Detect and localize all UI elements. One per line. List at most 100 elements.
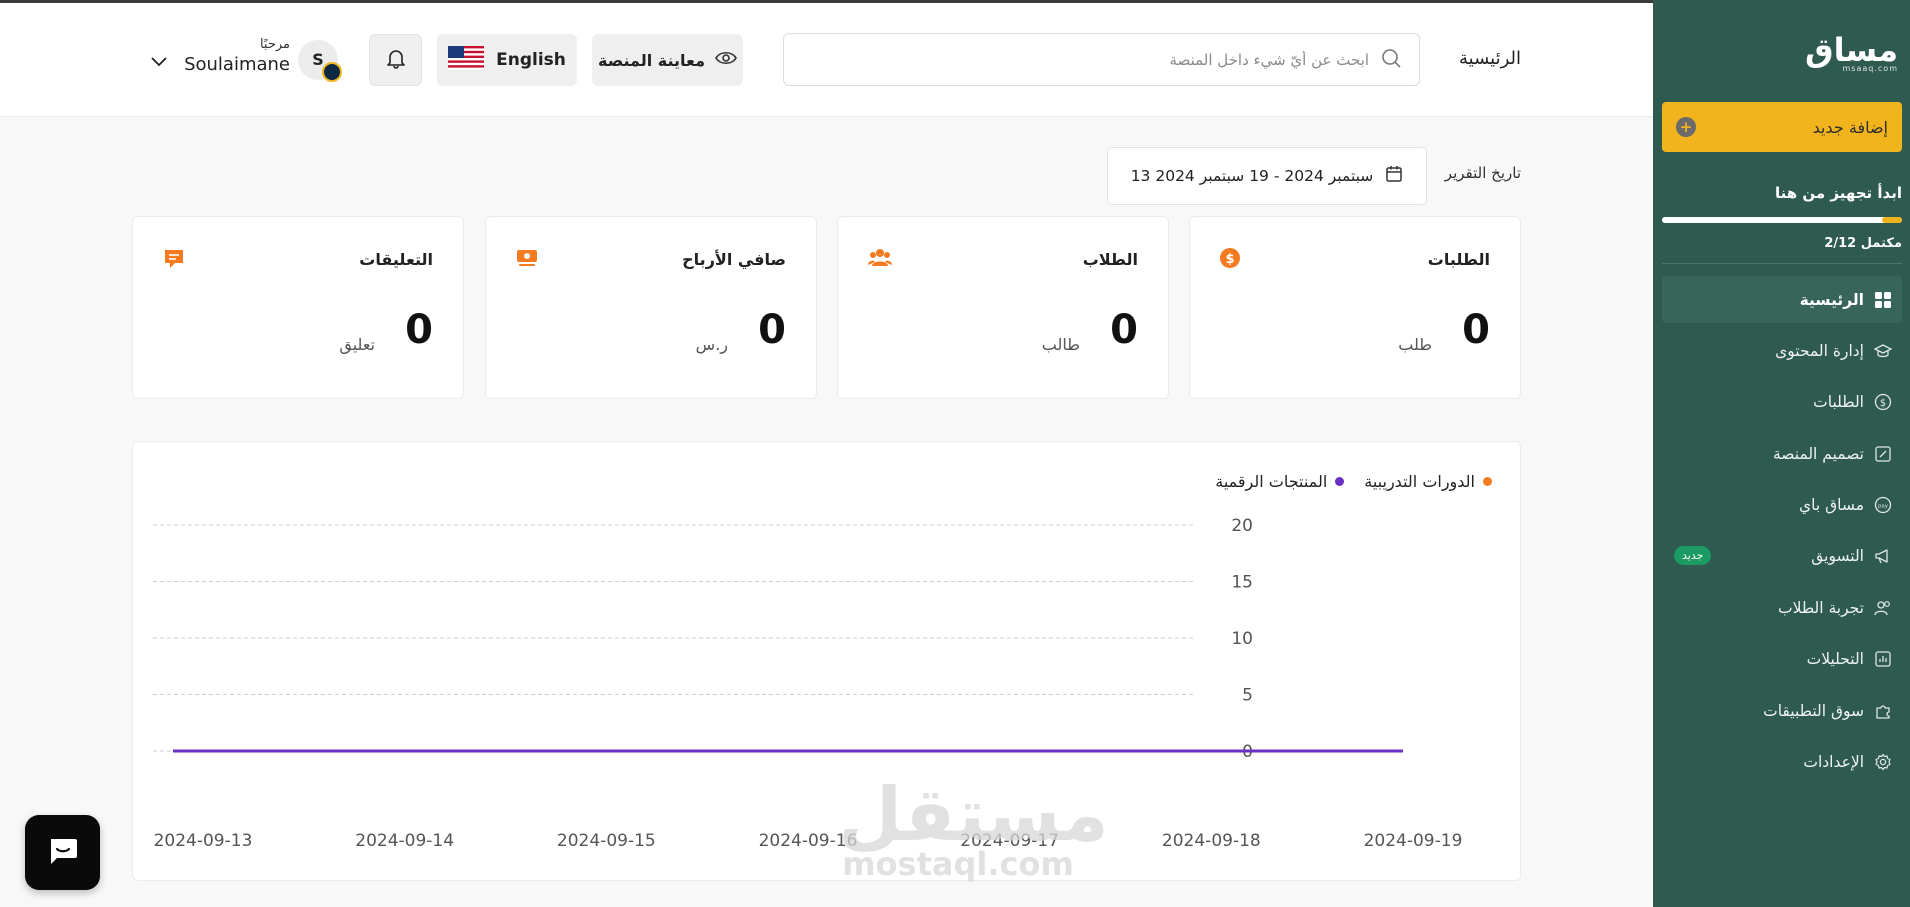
x-tick-label: 2024-09-13 [154,831,253,851]
search-input[interactable] [829,50,1369,69]
top-header: الرئيسية معاينة المنصة English S م [0,3,1653,117]
sidebar-item-6[interactable]: تجربة الطلاب [1662,584,1902,631]
sidebar-item-label: إدارة المحتوى [1775,341,1864,360]
language-button[interactable]: English [437,34,577,86]
stat-title: الطلاب [1082,250,1138,269]
x-tick-label: 2024-09-14 [355,831,454,851]
user-name: Soulaimane [184,54,290,75]
dollar-circle-icon: $ [1874,393,1892,411]
stat-value: 0 [1110,307,1138,353]
sidebar: مساق msaaq.com + إضافة جديد ابدأ تجهيز م… [1653,0,1910,907]
stat-title: صافي الأرباح [682,250,786,269]
comment-icon [163,248,185,274]
preview-label: معاينة المنصة [598,50,705,70]
sidebar-item-8[interactable]: سوق التطبيقات [1662,687,1902,734]
new-badge: جديد [1674,545,1712,565]
stat-value: 0 [1462,307,1490,353]
bar-chart-icon [1874,650,1892,668]
stat-unit: ر.س [695,335,728,354]
add-new-label: إضافة جديد [1812,117,1888,137]
eye-icon [715,50,737,70]
svg-text:pay: pay [1878,504,1889,510]
users-icon [1874,599,1892,617]
y-tick-label: 15 [1231,573,1253,593]
sidebar-item-label: تصميم المنصة [1772,444,1864,463]
setup-progress-fill [1882,217,1902,223]
sidebar-item-7[interactable]: التحليلات [1662,636,1902,683]
chevron-down-icon[interactable] [150,53,168,72]
sidebar-nav: الرئيسية إدارة المحتوى الطلبات $ تصميم المنص… [1662,276,1902,790]
logo-text: مساق [1805,31,1899,69]
stat-unit: طلب [1398,335,1432,354]
sidebar-item-label: الطلبات [1813,393,1864,412]
stat-unit: تعليق [339,335,375,354]
preview-platform-button[interactable]: معاينة المنصة [592,34,743,86]
chat-support-button[interactable] [25,815,100,890]
page-title: الرئيسية [1459,48,1521,69]
graduation-cap-icon [1874,342,1892,360]
avatar-badge [322,62,342,82]
chat-icon [47,836,79,870]
search-box[interactable] [783,33,1420,86]
line-chart: 051015202024-09-13 2024-09-14 2024-09-15 20… [153,516,1463,851]
x-tick-label: 2024-09-19 [1364,831,1463,851]
user-greeting: مرحبًا Soulaimane [180,37,290,75]
sidebar-item-label: التحليلات [1806,650,1864,669]
stat-card-students[interactable]: الطلاب 0 طالب [837,216,1169,399]
svg-text:$: $ [1880,398,1886,409]
sidebar-item-5[interactable]: التسويق جديد [1662,533,1902,580]
x-tick-label: 2024-09-17 [960,831,1059,851]
x-tick-label: 2024-09-15 [557,831,656,851]
notifications-button[interactable] [369,34,422,86]
sidebar-item-4[interactable]: مساق باي pay [1662,482,1902,529]
plus-circle-icon: + [1676,117,1696,137]
sidebar-item-9[interactable]: الإعدادات [1662,739,1902,786]
sidebar-item-label: الرئيسية [1799,290,1864,309]
sidebar-item-label: تجربة الطلاب [1777,598,1864,617]
stat-card-net-profit[interactable]: صافي الأرباح 0 ر.س [485,216,817,399]
sidebar-item-label: مساق باي [1799,496,1864,515]
stat-title: التعليقات [359,250,433,269]
report-date-label: تاريخ التقرير [1444,164,1521,182]
x-tick-label: 2024-09-18 [1162,831,1261,851]
megaphone-icon [1874,547,1892,565]
setup-progress-text: 2/12 مكتمل [1824,236,1902,251]
svg-text:$: $ [1225,252,1234,267]
sidebar-item-label: الإعدادات [1803,753,1864,772]
pay-icon: pay [1874,496,1892,514]
dollar-circle-icon: $ [1220,248,1240,272]
setup-title: ابدأ تجهيز من هنا [1775,184,1902,202]
avatar-initial: S [312,50,324,69]
add-new-button[interactable]: + إضافة جديد [1662,102,1902,152]
sidebar-item-2[interactable]: الطلبات $ [1662,379,1902,426]
stat-value: 0 [758,307,786,353]
sidebar-divider [1662,263,1902,264]
logo[interactable]: مساق msaaq.com [1805,31,1899,73]
design-edit-icon [1874,445,1892,463]
y-tick-label: 5 [1242,686,1253,706]
stat-card-orders[interactable]: الطلبات $ 0 طلب [1189,216,1521,399]
date-range-picker[interactable]: 13 سبتمبر 2024 - 19 سبتمبر 2024 [1107,147,1427,205]
dashboard-grid-icon [1874,291,1892,309]
stat-value: 0 [405,307,433,353]
stat-unit: طالب [1041,335,1080,354]
x-tick-label: 2024-09-16 [759,831,858,851]
calendar-icon [1385,165,1403,187]
setup-progress-bar [1662,217,1902,223]
sidebar-item-1[interactable]: إدارة المحتوى [1662,327,1902,374]
stat-card-comments[interactable]: التعليقات 0 تعليق [132,216,464,399]
gear-icon [1874,753,1892,771]
users-group-icon [868,248,892,270]
date-range-text: 13 سبتمبر 2024 - 19 سبتمبر 2024 [1130,167,1374,185]
logo-subtext: msaaq.com [1842,64,1898,73]
greeting-text: مرحبًا [259,37,290,52]
sidebar-item-0[interactable]: الرئيسية [1662,276,1902,323]
bell-icon [385,47,407,73]
search-icon [1381,48,1401,72]
sidebar-item-label: سوق التطبيقات [1763,701,1864,720]
chart-card: الدورات التدريبية المنتجات الرقمية 0 5 10 15… [132,441,1521,881]
avatar[interactable]: S [298,40,342,82]
y-tick-label: 10 [1231,629,1253,649]
sidebar-item-3[interactable]: تصميم المنصة [1662,430,1902,477]
stat-title: الطلبات [1427,250,1490,269]
